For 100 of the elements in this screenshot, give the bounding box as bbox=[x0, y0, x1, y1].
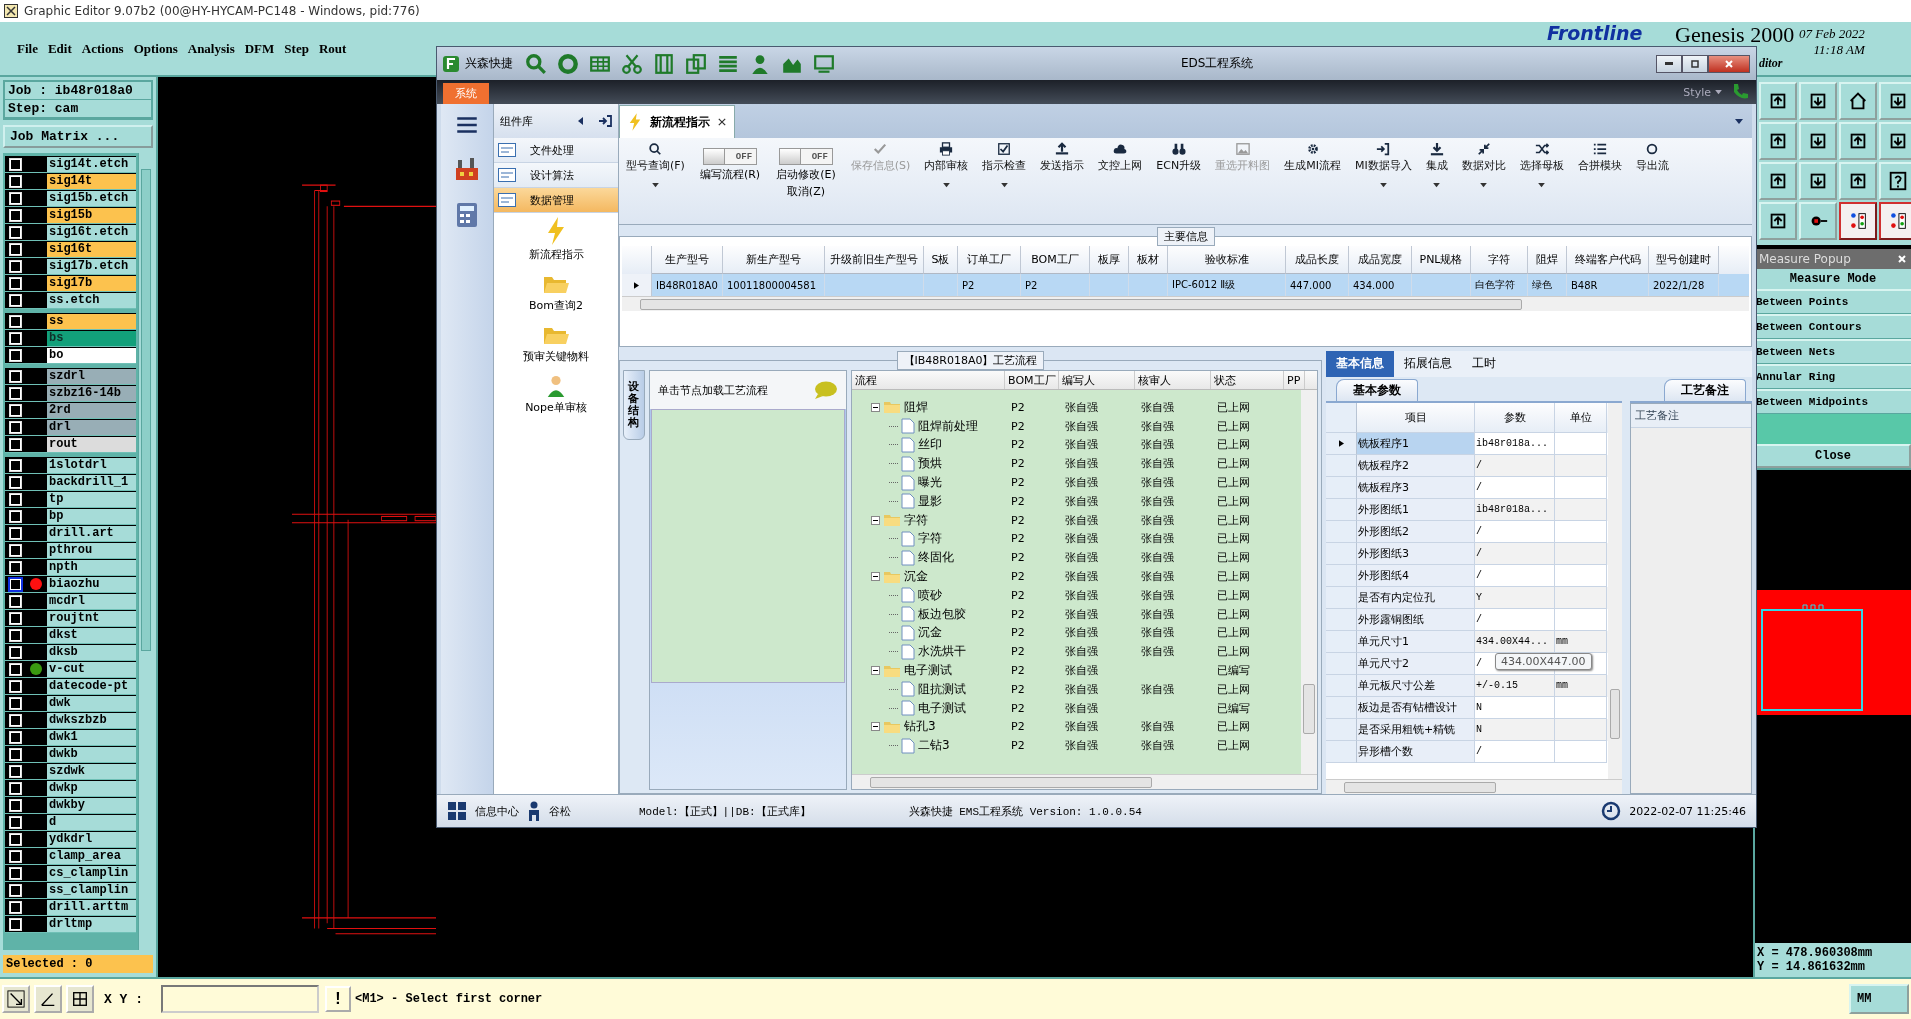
menu-item[interactable]: DFM bbox=[239, 40, 280, 57]
tree-row[interactable]: 喷砂 P2 张自强 张自强 已上网 bbox=[852, 585, 1301, 605]
table-row[interactable]: 铣板程序1 ib48r018a... bbox=[1326, 433, 1608, 455]
layer-name[interactable]: d bbox=[47, 814, 136, 830]
scissors-icon[interactable] bbox=[621, 52, 643, 75]
tree-row[interactable]: 字符 P2 张自强 张自强 已上网 bbox=[852, 529, 1301, 549]
module-item[interactable]: 新流程指示 bbox=[528, 217, 584, 262]
column-header[interactable]: PP bbox=[1284, 371, 1306, 389]
style-dropdown[interactable]: Style bbox=[1683, 85, 1722, 99]
layer-name[interactable]: sig16t.etch bbox=[47, 224, 136, 240]
menu-item[interactable]: Edit bbox=[42, 40, 77, 57]
layer-checkbox[interactable] bbox=[10, 680, 21, 692]
layer-name[interactable]: dwkby bbox=[47, 797, 136, 813]
layer-name[interactable]: dkst bbox=[47, 627, 136, 643]
ribbon-button[interactable]: ECN升级 bbox=[1149, 142, 1209, 173]
ribbon-button[interactable]: 数据对比 bbox=[1454, 142, 1513, 188]
vertical-scrollbar[interactable] bbox=[1608, 403, 1622, 779]
layer-name[interactable]: dwk bbox=[47, 695, 136, 711]
close-button[interactable] bbox=[1708, 54, 1750, 73]
vertical-tab[interactable]: 设备结构 bbox=[623, 370, 646, 441]
ribbon-button[interactable]: 集成 bbox=[1418, 142, 1455, 188]
layer-checkbox[interactable] bbox=[10, 561, 21, 573]
table-row[interactable]: 是否有内定位孔 Y bbox=[1326, 587, 1608, 609]
layer-checkbox[interactable] bbox=[10, 782, 21, 794]
layer-name[interactable]: bo bbox=[47, 347, 136, 363]
tree-row[interactable]: 阻焊前处理 P2 张自强 张自强 已上网 bbox=[852, 416, 1301, 436]
search-icon[interactable] bbox=[525, 52, 547, 75]
tree-row[interactable]: 显影 P2 张自强 张自强 已上网 bbox=[852, 492, 1301, 511]
layer-checkbox[interactable] bbox=[10, 544, 21, 556]
layer-checkbox[interactable] bbox=[10, 612, 21, 624]
layer-name[interactable]: dksb bbox=[47, 644, 136, 660]
ribbon-button[interactable]: 型号查询(F) bbox=[619, 142, 692, 188]
category-item[interactable]: 设计算法 bbox=[494, 163, 618, 188]
layer-name[interactable]: drill.art bbox=[47, 525, 136, 541]
menu-item[interactable]: Analysis bbox=[182, 40, 240, 57]
menu-item[interactable]: Step bbox=[279, 40, 314, 57]
layer-name[interactable]: pthrou bbox=[47, 542, 136, 558]
tree-row[interactable]: 沉金 P2 张自强 张自强 已上网 bbox=[852, 567, 1301, 586]
layer-name[interactable]: dwk1 bbox=[47, 729, 136, 745]
layer-name[interactable]: szdrl bbox=[47, 368, 136, 384]
layer-name[interactable]: dwkb bbox=[47, 746, 136, 762]
layer-name[interactable]: dwkszbzb bbox=[47, 712, 136, 728]
layer-name[interactable]: ss_clamplin bbox=[47, 882, 136, 898]
ribbon-button[interactable]: 文控上网 bbox=[1091, 142, 1150, 173]
table-row[interactable]: 异形槽个数 / bbox=[1326, 741, 1608, 763]
ribbon-button[interactable]: 指示检查 bbox=[975, 142, 1034, 188]
horizontal-scrollbar[interactable] bbox=[1326, 779, 1622, 794]
layer-checkbox[interactable] bbox=[10, 209, 21, 221]
layer-checkbox[interactable] bbox=[10, 867, 21, 879]
table-row[interactable]: 是否采用粗铣+精铣 N bbox=[1326, 719, 1608, 741]
layer-checkbox[interactable] bbox=[10, 901, 21, 913]
layer-name[interactable]: ss.etch bbox=[47, 292, 136, 308]
table-row[interactable]: 铣板程序2 / bbox=[1326, 455, 1608, 477]
column-header[interactable]: 核审人 bbox=[1135, 371, 1212, 389]
sign-in-icon[interactable] bbox=[598, 114, 612, 128]
layer-checkbox[interactable] bbox=[10, 175, 21, 187]
tree-row[interactable]: 预烘 P2 张自强 张自强 已上网 bbox=[852, 454, 1301, 474]
dropdown-icon[interactable] bbox=[1734, 116, 1744, 126]
layer-name[interactable]: backdrill_1 bbox=[47, 474, 136, 490]
row-header[interactable] bbox=[622, 274, 652, 296]
maximize-button[interactable] bbox=[1682, 54, 1708, 73]
column-header[interactable]: 流程 bbox=[852, 371, 1006, 389]
layer-name[interactable]: ydkdrl bbox=[47, 831, 136, 847]
layer-checkbox[interactable] bbox=[10, 226, 21, 238]
tab[interactable]: 基本信息 bbox=[1326, 351, 1394, 377]
layer-name[interactable]: rout bbox=[47, 436, 136, 452]
layer-checkbox[interactable] bbox=[10, 510, 21, 522]
monitor-icon[interactable] bbox=[813, 52, 835, 75]
module-item[interactable]: 预审关键物料 bbox=[523, 323, 589, 364]
layer-name[interactable]: npth bbox=[47, 559, 136, 575]
layer-name[interactable]: szbz16-14b bbox=[47, 385, 136, 401]
layer-checkbox[interactable] bbox=[10, 243, 21, 255]
info-center-link[interactable]: 信息中心 bbox=[475, 803, 519, 819]
layer-checkbox[interactable] bbox=[10, 332, 21, 344]
layer-checkbox[interactable] bbox=[10, 438, 21, 450]
layer-checkbox[interactable] bbox=[10, 493, 21, 505]
layer-checkbox[interactable] bbox=[10, 421, 21, 433]
tab[interactable]: 工时 bbox=[1462, 351, 1506, 377]
layer-checkbox[interactable] bbox=[10, 850, 21, 862]
category-item[interactable]: 文件处理 bbox=[494, 138, 618, 163]
grid-icon[interactable] bbox=[447, 801, 467, 821]
section-tab[interactable]: 基本参数 bbox=[1336, 379, 1418, 401]
table-row[interactable]: 外形图纸1 ib48r018a... bbox=[1326, 499, 1608, 521]
layer-checkbox[interactable] bbox=[10, 260, 21, 272]
layer-name[interactable]: datecode-pt bbox=[47, 678, 136, 694]
collapse-toggle[interactable] bbox=[871, 722, 881, 732]
layer-checkbox[interactable] bbox=[10, 884, 21, 896]
layer-checkbox[interactable] bbox=[10, 277, 21, 289]
toggle-switch[interactable]: OFF bbox=[703, 148, 758, 165]
layer-name[interactable]: sig14t bbox=[47, 173, 136, 189]
layer-checkbox[interactable] bbox=[10, 816, 21, 828]
table-row[interactable]: 外形图纸3 / bbox=[1326, 543, 1608, 565]
layer-checkbox[interactable] bbox=[10, 748, 21, 760]
layer-checkbox[interactable] bbox=[10, 387, 21, 399]
ribbon-button[interactable]: MI数据导入 bbox=[1347, 142, 1419, 188]
ribbon-button[interactable]: 合拼模块 bbox=[1570, 142, 1629, 173]
collapse-toggle[interactable] bbox=[871, 572, 881, 582]
measure-mode-option[interactable]: Between Contours bbox=[1755, 314, 1911, 339]
layer-name[interactable]: drltmp bbox=[47, 916, 136, 932]
layer-checkbox[interactable] bbox=[10, 595, 21, 607]
